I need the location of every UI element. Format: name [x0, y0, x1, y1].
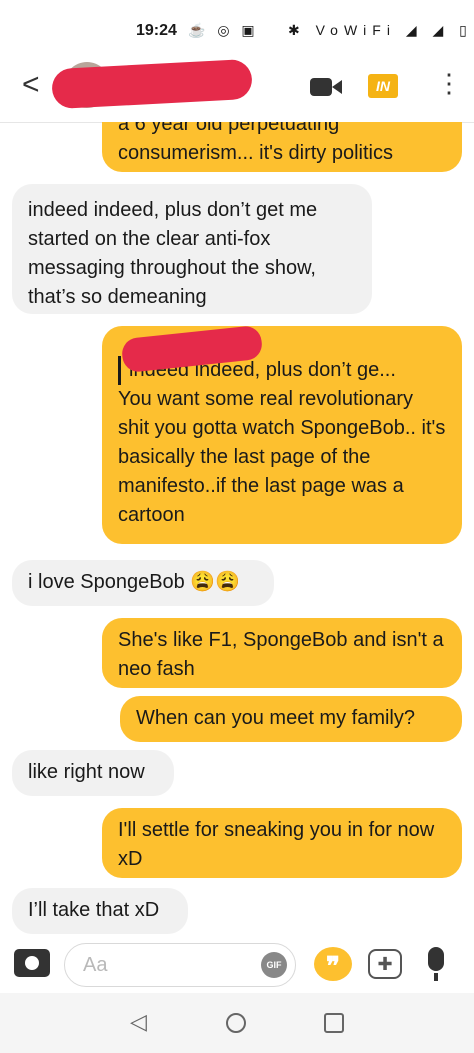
notification-icons: ☕ ◎ ▣	[188, 22, 259, 38]
message-list[interactable]: a 6 year old perpetuating consumerism...…	[0, 122, 474, 937]
chat-header: < IN ⋮	[0, 48, 474, 123]
message-text: I’ll take that xD	[28, 899, 160, 921]
nav-home-icon[interactable]	[226, 1013, 246, 1033]
status-bar: 19:24 ☕ ◎ ▣ ✱ VoWiFi ◢ ◢ ▯	[0, 0, 474, 46]
nav-recents-icon[interactable]	[324, 1013, 344, 1033]
sticker-icon[interactable]: ✚	[368, 949, 402, 979]
message-text: like right now	[28, 761, 145, 783]
back-icon[interactable]: <	[22, 70, 40, 100]
message-bubble-received[interactable]: i love SpongeBob 😩😩	[12, 560, 274, 606]
gif-icon[interactable]: GIF	[261, 952, 287, 978]
message-bubble-sent[interactable]: She's like F1, SpongeBob and isn't a neo…	[102, 618, 462, 688]
message-input[interactable]: Aa GIF	[64, 943, 296, 987]
message-text: indeed indeed, plus don’t get me started…	[28, 199, 318, 308]
video-call-icon[interactable]	[310, 78, 342, 96]
system-nav-bar: ◁	[0, 993, 474, 1053]
message-bubble-received[interactable]: like right now	[12, 750, 174, 796]
message-input-placeholder: Aa	[83, 954, 108, 976]
status-time: 19:24	[136, 22, 177, 39]
message-bubble-sent[interactable]: I'll settle for sneaking you in for now …	[102, 808, 462, 878]
message-text: When can you meet my family?	[136, 707, 415, 729]
message-bubble-received[interactable]: I’ll take that xD	[12, 888, 188, 934]
more-options-icon[interactable]: ⋮	[436, 70, 462, 96]
microphone-icon[interactable]	[428, 947, 444, 981]
opening-moves-icon[interactable]: ❞	[314, 947, 352, 981]
message-text: I'll settle for sneaking you in for now …	[118, 819, 435, 870]
message-text: She's like F1, SpongeBob and isn't a neo…	[118, 629, 444, 680]
system-status-icons: ✱ VoWiFi ◢ ◢ ▯	[288, 22, 473, 38]
in-badge-icon[interactable]: IN	[368, 74, 398, 98]
message-bubble-received[interactable]: indeed indeed, plus don’t get me started…	[12, 184, 372, 314]
message-text: You want some real revolutionary shit yo…	[118, 388, 446, 526]
camera-icon[interactable]	[14, 949, 50, 977]
compose-bar: Aa GIF ❞ ✚	[0, 937, 474, 993]
nav-back-icon[interactable]: ◁	[130, 1009, 147, 1035]
message-bubble-sent[interactable]: a 6 year old perpetuating consumerism...…	[102, 122, 462, 172]
message-text: i love SpongeBob 😩😩	[28, 571, 241, 593]
message-bubble-sent[interactable]: When can you meet my family?	[120, 696, 462, 742]
message-text: a 6 year old perpetuating consumerism...…	[118, 122, 393, 164]
